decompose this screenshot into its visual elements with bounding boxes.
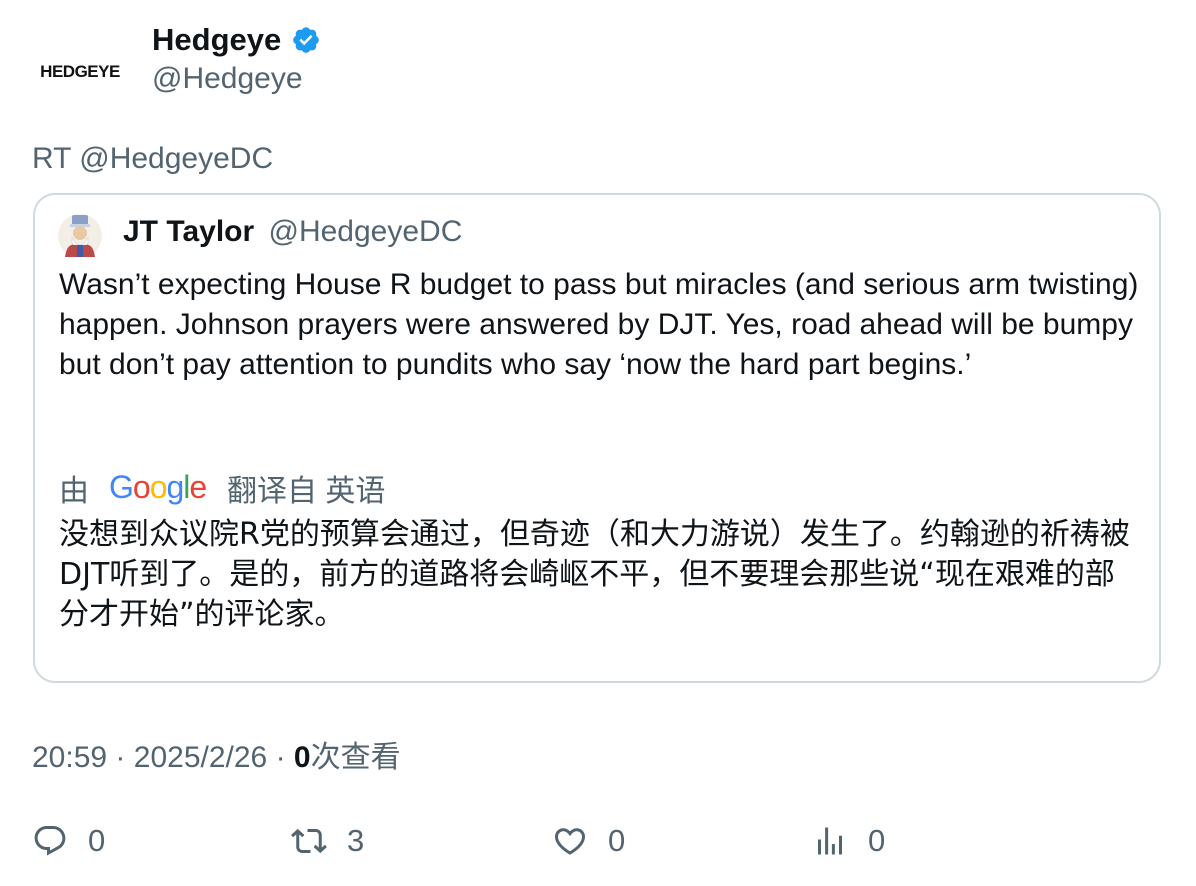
tweet-date[interactable]: 2025/2/26: [134, 741, 267, 774]
views-action-count: 0: [868, 823, 886, 858]
meta-separator: ·: [115, 741, 126, 774]
views-label: 次查看: [310, 740, 401, 775]
views-button[interactable]: 0: [812, 818, 885, 864]
quoted-name[interactable]: JT Taylor: [123, 215, 254, 248]
tweet-time[interactable]: 20:59: [32, 741, 107, 774]
reply-button[interactable]: 0: [32, 818, 105, 864]
translation-attribution[interactable]: 由 Google 翻译自 英语: [59, 467, 385, 509]
display-name[interactable]: Hedgeye: [152, 22, 281, 58]
reply-count: 0: [88, 823, 106, 858]
google-logo-icon: Google: [109, 470, 207, 505]
tweet-meta: 20:59 · 2025/2/26 · 0次查看: [32, 732, 401, 776]
verified-badge-icon: [293, 27, 320, 53]
retweet-count: 3: [347, 823, 365, 858]
views-count: 0: [293, 741, 311, 774]
quoted-text: Wasn’t expecting House R budget to pass …: [59, 268, 1139, 381]
action-bar: 0 3 0 0: [0, 818, 1196, 864]
like-count: 0: [608, 823, 626, 858]
avatar[interactable]: HEDGEYE: [32, 30, 128, 114]
quoted-avatar: [58, 214, 102, 258]
quoted-handle[interactable]: @HedgeyeDC: [269, 215, 463, 248]
author-handle[interactable]: @Hedgeye: [152, 62, 303, 96]
meta-separator: ·: [275, 741, 286, 774]
like-icon: [554, 828, 586, 855]
tweet-header: HEDGEYE Hedgeye @Hedgeye: [32, 18, 1162, 118]
translate-prefix: 由: [59, 475, 89, 508]
svg-text:Google: Google: [109, 470, 206, 505]
quoted-author: JT Taylor @HedgeyeDC: [123, 215, 462, 249]
translate-suffix: 翻译自 英语: [227, 475, 386, 508]
retweet-line: RT @HedgeyeDC: [32, 142, 274, 175]
retweet-icon: [291, 828, 327, 854]
retweet-button[interactable]: 3: [291, 818, 364, 864]
views-icon: [818, 827, 842, 855]
name-row: Hedgeye: [152, 22, 321, 58]
quoted-tweet-card[interactable]: JT Taylor @HedgeyeDC Wasn’t expecting Ho…: [33, 193, 1161, 683]
avatar-logo: HEDGEYE: [40, 62, 120, 81]
reply-icon: [34, 826, 66, 856]
like-button[interactable]: 0: [552, 818, 625, 864]
translated-text: 没想到众议院R党的预算会通过，但奇迹（和大力游说）发生了。约翰逊的祈祷被DJT听…: [59, 517, 1130, 632]
